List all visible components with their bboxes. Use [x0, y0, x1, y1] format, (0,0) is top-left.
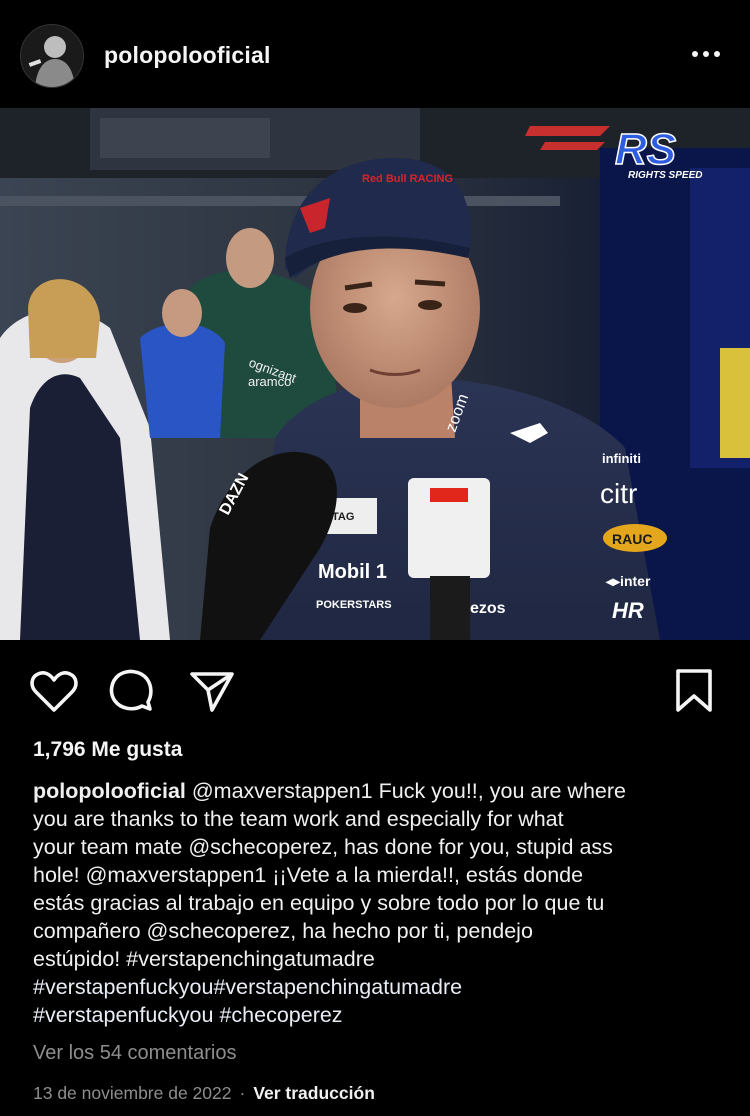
svg-text:POKERSTARS: POKERSTARS — [316, 599, 392, 611]
svg-text:aramco: aramco — [248, 374, 291, 389]
bookmark-icon[interactable] — [674, 668, 714, 714]
caption-line-6: compañero @schecoperez, ha hecho por ti,… — [33, 919, 533, 943]
helmet-sponsor-text: Red Bull RACING — [362, 173, 453, 185]
send-icon[interactable] — [188, 670, 236, 714]
svg-text:ezos: ezos — [470, 600, 506, 617]
caption-line-1: polopolooficial @maxverstappen1 Fuck you… — [33, 777, 723, 805]
rs-logo-text: RS — [615, 125, 676, 174]
rs-watermark-text: RIGHTS SPEED — [628, 170, 702, 181]
caption-line-7: estúpido! #verstapenchingatumadre — [33, 947, 375, 971]
svg-text:citr: citr — [600, 478, 637, 509]
caption-line-9[interactable]: #verstapenfuckyou #checoperez — [33, 1001, 723, 1029]
view-comments-link[interactable]: Ver los 54 comentarios — [33, 1042, 236, 1065]
svg-text:RAUC: RAUC — [612, 531, 652, 547]
avatar[interactable] — [20, 24, 84, 88]
caption-username[interactable]: polopolooficial — [33, 779, 186, 803]
caption-line-4: hole! @maxverstappen1 ¡¡Vete a la mierda… — [33, 863, 584, 887]
heart-icon[interactable] — [30, 670, 78, 714]
caption-line-8[interactable]: #verstapenfuckyou#verstapenchingatumadre — [33, 973, 723, 1001]
post-actions — [0, 662, 750, 718]
svg-text:◂▸inter: ◂▸inter — [605, 573, 651, 589]
post-caption: polopolooficial @maxverstappen1 Fuck you… — [33, 777, 723, 1029]
caption-text: @maxverstappen1 Fuck you!!, you are wher… — [191, 779, 626, 803]
svg-text:HR: HR — [612, 598, 644, 623]
caption-line-3: your team mate @schecoperez, has done fo… — [33, 835, 613, 859]
post-username[interactable]: polopolooficial — [104, 42, 271, 69]
post-header: polopolooficial — [0, 0, 750, 108]
caption-line-5: estás gracias al trabajo en equipo y sob… — [33, 891, 605, 915]
post-date: 13 de noviembre de 2022 — [33, 1083, 232, 1103]
svg-text:infiniti: infiniti — [602, 451, 641, 466]
svg-text:Mobil 1: Mobil 1 — [318, 561, 387, 583]
separator-dot: · — [239, 1083, 246, 1103]
comment-icon[interactable] — [108, 668, 154, 714]
see-translation-link[interactable]: Ver traducción — [253, 1083, 375, 1103]
post-video[interactable]: RS RIGHTS SPEED ognizant aramco Red Bull… — [0, 108, 750, 640]
likes-count[interactable]: 1,796 Me gusta — [33, 738, 182, 762]
post-meta: 13 de noviembre de 2022 · Ver traducción — [33, 1083, 375, 1104]
svg-text:TAG: TAG — [332, 511, 354, 523]
more-options-icon[interactable] — [686, 40, 726, 68]
caption-line-2: you are thanks to the team work and espe… — [33, 807, 564, 831]
